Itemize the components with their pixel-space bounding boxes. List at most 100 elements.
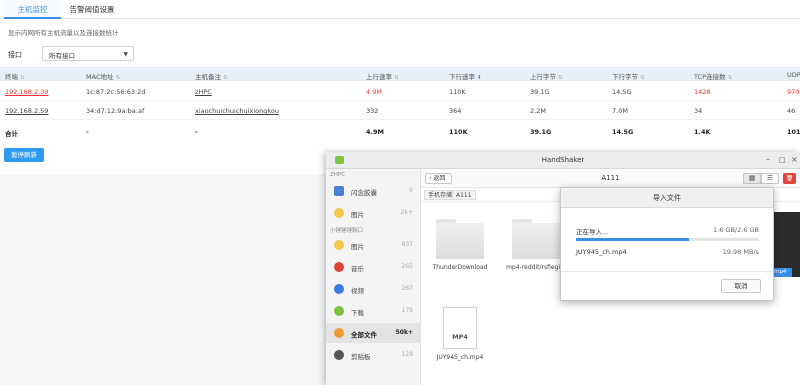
sidebar-item-label: 图片 bbox=[351, 243, 364, 251]
breadcrumb-a111[interactable]: A111 bbox=[452, 190, 476, 200]
minimize-icon[interactable]: – bbox=[766, 155, 770, 164]
sidebar-item-count: 179 bbox=[401, 307, 413, 314]
upload-rate: 4.9M bbox=[366, 88, 382, 96]
video-file-icon: MP4 bbox=[443, 307, 477, 349]
file-item[interactable]: MP4 JUY945_ch.mp4 bbox=[425, 307, 495, 361]
sidebar-item-pc-images[interactable]: 图片 2k+ bbox=[326, 203, 421, 223]
sidebar-item-images[interactable]: 图片 837 bbox=[326, 235, 421, 255]
file-name: ThunderDownload bbox=[432, 264, 488, 271]
sidebar-item-video[interactable]: 视频 267 bbox=[326, 279, 421, 299]
page-background bbox=[0, 174, 326, 385]
file-item[interactable]: ThunderDownload bbox=[425, 219, 495, 271]
maximize-icon[interactable]: □ bbox=[779, 156, 786, 164]
upload-rate: 332 bbox=[366, 107, 379, 115]
file-name: JUY945_ch.mp4 bbox=[436, 354, 484, 361]
all-files-icon bbox=[334, 328, 344, 338]
import-progress-bar bbox=[576, 238, 759, 241]
interface-select[interactable]: 所有接口 ▼ bbox=[42, 46, 134, 61]
column-header[interactable]: UDP bbox=[787, 71, 800, 79]
column-header[interactable]: 上行速率 ⇅ bbox=[366, 71, 399, 81]
page-description: 显示内网所有主机流量以及连接数统计 bbox=[8, 29, 119, 37]
tab-host-monitor[interactable]: 主机监控 bbox=[4, 0, 61, 19]
total-upload-rate: 4.9M bbox=[366, 128, 384, 136]
column-header[interactable]: 下行速率 ⬇ bbox=[449, 71, 482, 81]
total-tcp: 1.4K bbox=[694, 128, 711, 136]
sidebar-item-count: 2k+ bbox=[400, 209, 413, 216]
sidebar-item-clipboard[interactable]: 剪贴板 128 bbox=[326, 345, 421, 365]
download-rate: 110K bbox=[449, 88, 466, 96]
table-row: 192.168.2.59 34:d7:12:9a:ba:af xiaochuic… bbox=[0, 101, 800, 120]
tab-bar: 主机监控 告警阈值设置 bbox=[0, 0, 800, 19]
image-icon bbox=[334, 240, 344, 250]
total-download-rate: 110K bbox=[449, 128, 468, 136]
table-row: 192.168.2.39 1c:87:2c:56:63:2d zHPC 4.9M… bbox=[0, 82, 800, 101]
cancel-button[interactable]: 取消 bbox=[721, 279, 761, 293]
sidebar-item-label: 下载 bbox=[351, 309, 364, 317]
host-note-link[interactable]: xiaochuichuichuixiongkou bbox=[195, 107, 279, 115]
sidebar-item-count: 0 bbox=[409, 187, 413, 194]
list-view-icon[interactable]: ☰ bbox=[761, 173, 779, 184]
download-icon bbox=[334, 306, 344, 316]
interface-label: 接口 bbox=[8, 51, 22, 59]
sidebar-item-download[interactable]: 下载 179 bbox=[326, 301, 421, 321]
total-download-bytes: 14.5G bbox=[612, 128, 634, 136]
sidebar-item-count: 267 bbox=[401, 285, 413, 292]
close-icon[interactable]: × bbox=[791, 155, 798, 164]
upload-bytes: 39.1G bbox=[530, 88, 550, 96]
sidebar-item-count: 50k+ bbox=[395, 329, 413, 336]
column-header[interactable]: 下行字节 ⇅ bbox=[612, 71, 645, 81]
total-mac: - bbox=[86, 128, 89, 136]
window-title: HandShaker bbox=[541, 156, 585, 164]
window-titlebar[interactable]: HandShaker – □ × bbox=[326, 152, 800, 169]
trash-icon[interactable]: 🗑 bbox=[783, 173, 796, 184]
sidebar-item-label: 闪念胶囊 bbox=[351, 189, 377, 197]
sidebar-item-label: 剪贴板 bbox=[351, 353, 371, 361]
host-ip-link[interactable]: 192.168.2.39 bbox=[5, 88, 48, 96]
table-header: 终端 ⇅ MAC地址 ⇅ 主机备注 ⇅ 上行速率 ⇅ 下行速率 ⬇ 上行字节 ⇅ 下行字节 ⇅… bbox=[0, 67, 800, 81]
column-header[interactable]: 主机备注 ⇅ bbox=[195, 71, 228, 81]
download-rate: 364 bbox=[449, 107, 462, 115]
download-bytes: 7.0M bbox=[612, 107, 628, 115]
mac-address: 1c:87:2c:56:63:2d bbox=[86, 88, 146, 96]
pause-refresh-button[interactable]: 暂停刷新 bbox=[4, 148, 44, 162]
column-header[interactable]: 上行字节 ⇅ bbox=[530, 71, 563, 81]
folder-icon bbox=[436, 219, 484, 259]
column-header[interactable]: 终端 ⇅ bbox=[5, 71, 25, 81]
interface-select-value: 所有接口 bbox=[49, 52, 75, 60]
import-speed: 19.98 MB/s bbox=[722, 248, 759, 256]
total-udp: 101 bbox=[787, 128, 800, 136]
tab-alarm-threshold[interactable]: 告警阈值设置 bbox=[63, 0, 121, 19]
sidebar-item-all-files[interactable]: 全部文件 50k+ bbox=[326, 323, 421, 343]
column-header[interactable]: TCP连接数 ⇅ bbox=[694, 71, 732, 81]
import-dialog: 导入文件 正在导入... 1.6 GB/2.6 GB JUY945_ch.mp4… bbox=[560, 187, 774, 301]
sidebar-item-label: 视频 bbox=[351, 287, 364, 295]
download-bytes: 14.5G bbox=[612, 88, 632, 96]
total-upload-bytes: 39.1G bbox=[530, 128, 552, 136]
sidebar-group-pc: ZHPC bbox=[330, 172, 346, 178]
import-status: 正在导入... bbox=[576, 228, 609, 236]
host-ip-link[interactable]: 192.168.2.59 bbox=[5, 107, 48, 115]
tcp-connections: 1428 bbox=[694, 88, 711, 96]
thumbnail-label: mp4 bbox=[772, 268, 792, 277]
table-total-row: 合计 - - 4.9M 110K 39.1G 14.5G 1.4K 101 bbox=[0, 122, 800, 141]
capsule-icon bbox=[334, 186, 344, 196]
sidebar-item-label: 图片 bbox=[351, 211, 364, 219]
sidebar-item-label: 全部文件 bbox=[351, 331, 377, 339]
sidebar-group-phone: 小锤锤锤胸口 bbox=[330, 228, 364, 234]
mac-address: 34:d7:12:9a:ba:af bbox=[86, 107, 145, 115]
grid-view-icon[interactable]: ▦ bbox=[743, 173, 761, 184]
host-note-link[interactable]: zHPC bbox=[195, 88, 212, 96]
clipboard-icon bbox=[334, 350, 344, 360]
total-note: - bbox=[195, 128, 198, 136]
sidebar-item-count: 837 bbox=[401, 241, 413, 248]
chevron-down-icon: ▼ bbox=[123, 51, 128, 58]
file-toolbar: ‹ 返回 A111 ▦ ☰ 🗑 bbox=[421, 169, 800, 188]
video-icon bbox=[334, 284, 344, 294]
sidebar-item-music[interactable]: 音乐 265 bbox=[326, 257, 421, 277]
import-filename: JUY945_ch.mp4 bbox=[576, 248, 627, 256]
import-size: 1.6 GB/2.6 GB bbox=[713, 226, 759, 234]
sidebar-item-capsule[interactable]: 闪念胶囊 0 bbox=[326, 181, 421, 201]
sidebar-item-count: 265 bbox=[401, 263, 413, 270]
column-header[interactable]: MAC地址 ⇅ bbox=[86, 71, 120, 81]
folder-icon bbox=[512, 219, 560, 259]
